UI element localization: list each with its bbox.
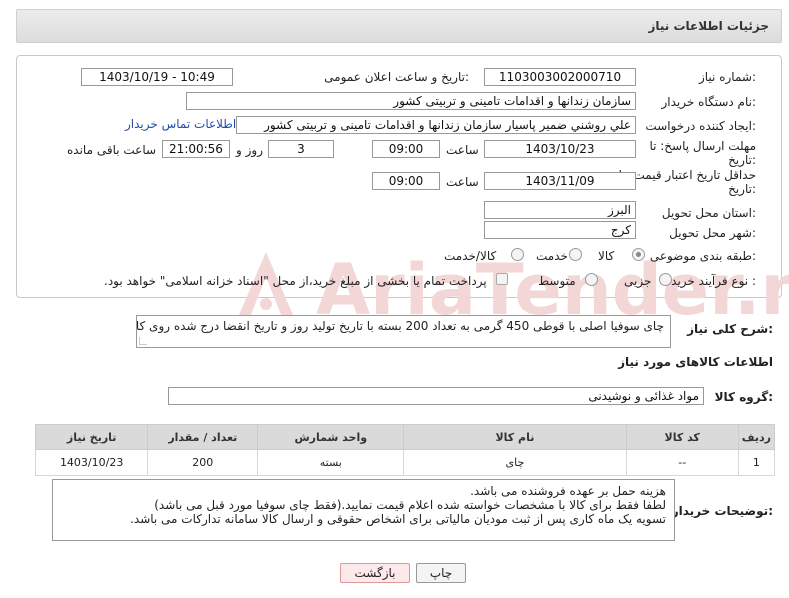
goods-group-label: گروه کالا: [714, 390, 773, 404]
deadline-time-field[interactable]: 09:00 [372, 140, 440, 158]
deadline-label: مهلت ارسال پاسخ: تا [649, 139, 756, 153]
payment-checkbox[interactable] [496, 273, 508, 285]
validity-time-label: ساعت [446, 175, 479, 189]
remaining-label: ساعت باقی مانده [67, 143, 157, 157]
remaining-time-field[interactable]: 21:00:56 [162, 140, 230, 158]
days-field[interactable]: 3 [268, 140, 334, 158]
announce-field[interactable]: 1403/10/19 - 10:49 [81, 68, 233, 86]
validity-time-field[interactable]: 09:00 [372, 172, 440, 190]
category-option-goods: کالا [598, 249, 615, 263]
category-radio-goods[interactable] [632, 248, 645, 261]
buyer-org-label: نام دستگاه خریدار: [661, 95, 757, 109]
validity-date-label: تاریخ: [728, 182, 756, 196]
col-quantity: تعداد / مقدار [147, 424, 259, 450]
description-text: چای سوفیا اصلی با قوطی 450 گرمی به تعداد… [136, 319, 664, 333]
creator-field[interactable]: علي روشني ضمير پاسيار سازمان زندانها و ا… [236, 116, 636, 134]
validity-date-field[interactable]: 1403/11/09 [484, 172, 636, 190]
process-label: نوع فرآیند خرید : [671, 274, 756, 288]
page-title: جزئیات اطلاعات نیاز [648, 19, 769, 33]
print-button[interactable]: چاپ [416, 563, 466, 583]
announce-label: تاریخ و ساعت اعلان عمومی: [324, 70, 469, 84]
city-label: شهر محل تحویل: [669, 226, 756, 240]
need-number-label: شماره نیاز: [698, 70, 756, 84]
description-label: شرح کلی نیاز: [687, 322, 773, 336]
cell-item-name: چای [403, 449, 627, 476]
buyer-note-line: تسویه یک ماه کاری پس از ثبت مودیان مالیا… [130, 512, 666, 526]
col-need-date: تاریخ نیاز [34, 424, 149, 450]
process-option-medium: متوسط [538, 274, 576, 288]
panel-header: جزئیات اطلاعات نیاز [16, 9, 782, 43]
cell-unit: بسته [257, 449, 405, 476]
category-label: طبقه بندی موضوعی: [649, 249, 756, 263]
description-box[interactable]: چای سوفیا اصلی با قوطی 450 گرمی به تعداد… [136, 315, 671, 348]
cell-quantity: 200 [147, 449, 259, 476]
deadline-time-label: ساعت [446, 143, 479, 157]
deadline-date-field[interactable]: 1403/10/23 [484, 140, 636, 158]
cell-row-number: 1 [737, 449, 776, 476]
goods-table: ردیف کد کالا نام کالا واحد شمارش تعداد /… [34, 424, 776, 476]
category-radio-service[interactable] [569, 248, 582, 261]
buyer-note-line: لطفا فقط برای کالا با مشخصات خواسته شده … [154, 498, 666, 512]
buyer-notes-label: توضیحات خریدار: [671, 504, 773, 518]
col-item-code: کد کالا [625, 424, 739, 450]
process-option-minor: جزیی [624, 274, 652, 288]
process-radio-minor[interactable] [659, 273, 672, 286]
table-header-row: ردیف کد کالا نام کالا واحد شمارش تعداد /… [34, 424, 776, 450]
goods-section-title: اطلاعات کالاهای مورد نیاز [618, 355, 773, 369]
cell-item-code: -- [625, 449, 739, 476]
buyer-org-field[interactable]: سازمان زندانها و اقدامات تامینی و تربیتی… [186, 92, 636, 110]
need-number-field[interactable]: 1103003002000710 [484, 68, 636, 86]
col-unit: واحد شمارش [257, 424, 405, 450]
col-item-name: نام کالا [403, 424, 627, 450]
col-row-number: ردیف [737, 424, 776, 450]
city-field[interactable]: کرج [484, 221, 636, 239]
buyer-notes-box[interactable]: هزینه حمل بر عهده فروشنده می باشد. لطفا … [52, 479, 675, 541]
buyer-contact-link[interactable]: اطلاعات تماس خریدار [125, 117, 236, 131]
process-radio-medium[interactable] [585, 273, 598, 286]
creator-label: ایجاد کننده درخواست: [645, 119, 756, 133]
province-field[interactable]: البرز [484, 201, 636, 219]
category-option-service: خدمت [536, 249, 568, 263]
buyer-note-line: هزینه حمل بر عهده فروشنده می باشد. [470, 484, 666, 498]
cell-need-date: 1403/10/23 [34, 449, 149, 476]
table-row[interactable]: 1 -- چای بسته 200 1403/10/23 [34, 449, 776, 476]
goods-group-field[interactable]: مواد غذائی و نوشیدنی [168, 387, 704, 405]
category-radio-goods-service[interactable] [511, 248, 524, 261]
deadline-date-label: تاریخ: [728, 153, 756, 167]
back-button[interactable]: بازگشت [340, 563, 410, 583]
category-option-goods-service: کالا/خدمت [444, 249, 497, 263]
days-label: روز و [236, 143, 263, 157]
resize-handle-icon[interactable] [139, 337, 147, 345]
province-label: استان محل تحویل: [661, 206, 756, 220]
payment-text: پرداخت تمام یا بخشی از مبلغ خرید،از محل … [104, 274, 487, 288]
validity-label: حداقل تاریخ اعتبار قیمت: تا [618, 168, 756, 182]
